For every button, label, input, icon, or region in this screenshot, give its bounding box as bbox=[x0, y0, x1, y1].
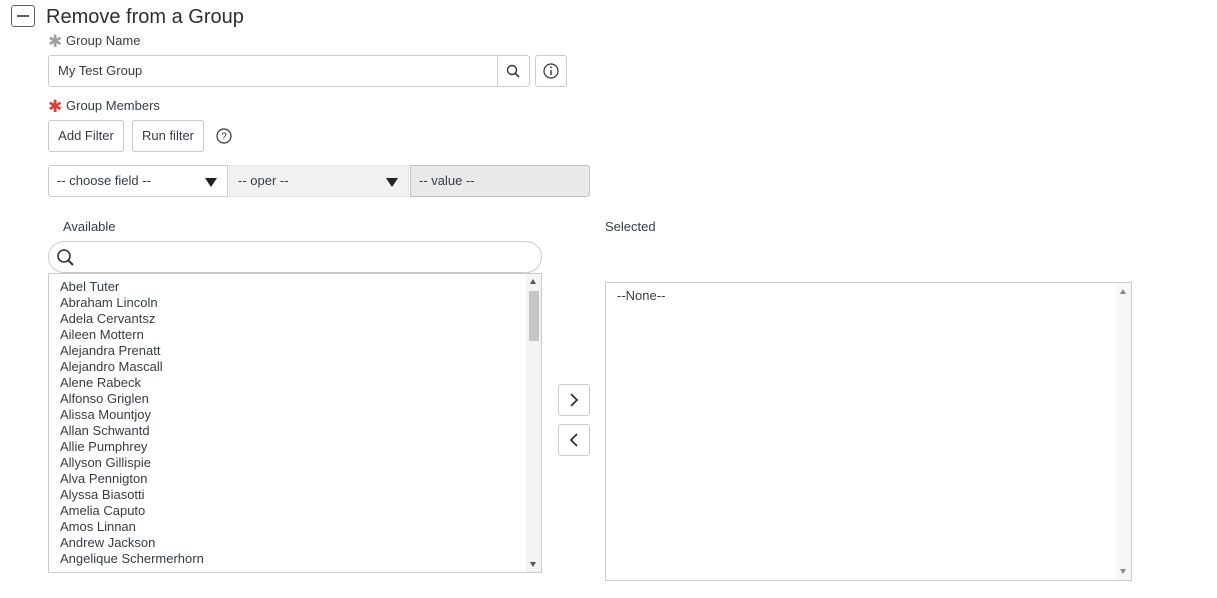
value-input[interactable]: -- value -- bbox=[410, 165, 590, 197]
add-to-selected-button[interactable] bbox=[558, 384, 590, 416]
list-item[interactable]: Alene Rabeck bbox=[60, 375, 204, 391]
choose-field-value: -- choose field -- bbox=[57, 173, 151, 188]
list-item[interactable]: Alfonso Griglen bbox=[60, 391, 204, 407]
lookup-button[interactable] bbox=[497, 55, 530, 87]
list-item[interactable]: Aileen Mottern bbox=[60, 327, 204, 343]
list-item[interactable]: --None-- bbox=[617, 288, 665, 304]
chevron-left-icon bbox=[569, 433, 578, 447]
group-members-label: Group Members bbox=[66, 98, 160, 113]
group-name-input[interactable]: My Test Group bbox=[48, 55, 498, 87]
selected-items: --None-- bbox=[617, 288, 665, 304]
scroll-down-icon[interactable] bbox=[530, 562, 536, 567]
selected-label: Selected bbox=[605, 219, 656, 234]
info-icon bbox=[543, 63, 559, 79]
operator-select[interactable]: -- oper -- bbox=[229, 165, 409, 197]
list-item[interactable]: Allyson Gillispie bbox=[60, 455, 204, 471]
available-scrollbar[interactable] bbox=[526, 274, 541, 572]
chevron-down-icon bbox=[205, 178, 217, 187]
collapse-section-button[interactable] bbox=[11, 5, 35, 27]
selected-scrollbar[interactable] bbox=[1116, 283, 1131, 580]
scrollbar-thumb[interactable] bbox=[529, 291, 539, 341]
selected-list[interactable]: --None-- bbox=[605, 282, 1132, 581]
run-filter-button[interactable]: Run filter bbox=[132, 120, 204, 152]
value-placeholder: -- value -- bbox=[419, 173, 475, 188]
available-list[interactable]: Abel Tuter Abraham Lincoln Adela Cervantsz… bbox=[48, 273, 542, 573]
available-search-input[interactable] bbox=[48, 241, 542, 273]
available-label: Available bbox=[63, 219, 116, 234]
list-item[interactable]: Alyssa Biasotti bbox=[60, 487, 204, 503]
add-filter-button[interactable]: Add Filter bbox=[48, 120, 124, 152]
operator-value: -- oper -- bbox=[238, 173, 289, 188]
choose-field-select[interactable]: -- choose field -- bbox=[48, 165, 228, 197]
required-indicator-icon: ✱ bbox=[48, 97, 63, 116]
group-name-label: Group Name bbox=[66, 33, 141, 48]
section-title: Remove from a Group bbox=[46, 6, 244, 28]
list-item[interactable]: Alissa Mountjoy bbox=[60, 407, 204, 423]
required-indicator-icon: ✱ bbox=[48, 32, 63, 51]
help-icon: ? bbox=[216, 128, 232, 144]
chevron-right-icon bbox=[570, 393, 579, 407]
list-item[interactable]: Andrew Jackson bbox=[60, 535, 204, 551]
scroll-up-icon[interactable] bbox=[530, 279, 536, 284]
info-button[interactable] bbox=[535, 55, 567, 87]
list-item[interactable]: Amelia Caputo bbox=[60, 503, 204, 519]
list-item[interactable]: Allie Pumphrey bbox=[60, 439, 204, 455]
list-item[interactable]: Amos Linnan bbox=[60, 519, 204, 535]
list-item[interactable]: Alejandra Prenatt bbox=[60, 343, 204, 359]
available-items: Abel Tuter Abraham Lincoln Adela Cervantsz… bbox=[60, 279, 204, 567]
remove-from-selected-button[interactable] bbox=[558, 424, 590, 456]
list-item[interactable]: Abraham Lincoln bbox=[60, 295, 204, 311]
help-button[interactable]: ? bbox=[215, 127, 233, 145]
list-item[interactable]: Abel Tuter bbox=[60, 279, 204, 295]
list-item[interactable]: Allan Schwantd bbox=[60, 423, 204, 439]
scroll-down-icon[interactable] bbox=[1120, 569, 1126, 574]
chevron-down-icon bbox=[386, 178, 398, 187]
search-icon bbox=[506, 64, 520, 78]
list-item[interactable]: Adela Cervantsz bbox=[60, 311, 204, 327]
minus-icon bbox=[17, 15, 29, 17]
scroll-up-icon[interactable] bbox=[1120, 289, 1126, 294]
list-item[interactable]: Angelique Schermerhorn bbox=[60, 551, 204, 567]
search-icon bbox=[57, 249, 74, 266]
svg-text:?: ? bbox=[221, 132, 227, 143]
list-item[interactable]: Alva Pennigton bbox=[60, 471, 204, 487]
list-item[interactable]: Alejandro Mascall bbox=[60, 359, 204, 375]
